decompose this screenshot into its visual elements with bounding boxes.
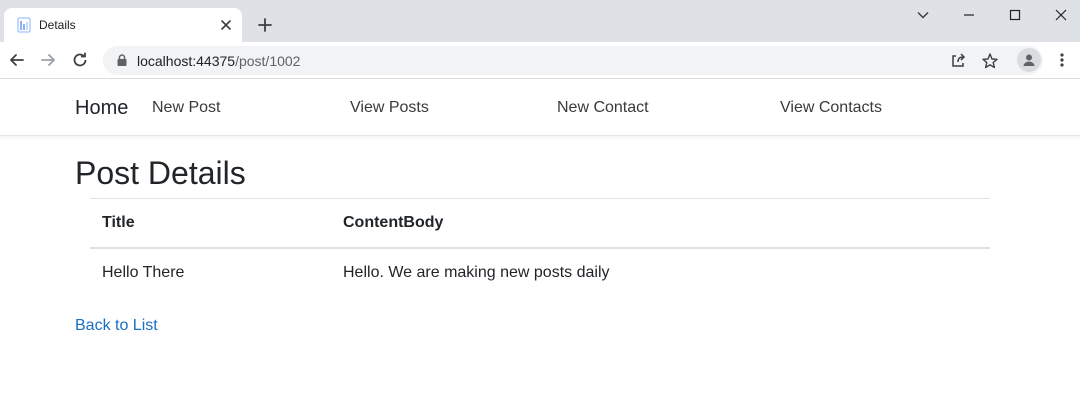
lock-icon[interactable] — [115, 53, 129, 67]
address-bar[interactable]: localhost:44375/post/1002 — [103, 46, 1043, 75]
url-host: localhost:44375 — [137, 53, 236, 69]
navbar-brand-home[interactable]: Home — [75, 97, 128, 119]
tab-search-icon[interactable] — [900, 0, 946, 30]
tab-title: Details — [39, 18, 76, 32]
forward-arrow-icon[interactable] — [38, 50, 58, 70]
url-path: /post/1002 — [235, 53, 301, 69]
table-header-row: Title ContentBody — [90, 198, 990, 249]
column-header-contentbody: ContentBody — [331, 198, 990, 249]
close-window-icon[interactable] — [1038, 0, 1080, 30]
page-favicon-icon — [17, 17, 31, 33]
site-navbar: Home New Post View Posts New Contact Vie… — [0, 80, 1080, 136]
new-tab-icon[interactable] — [256, 16, 274, 34]
back-to-list-link[interactable]: Back to List — [75, 317, 158, 335]
nav-link-view-contacts[interactable]: View Contacts — [780, 99, 882, 117]
profile-avatar-icon[interactable] — [1017, 48, 1041, 72]
back-arrow-icon[interactable] — [7, 50, 27, 70]
table-row: Hello There Hello. We are making new pos… — [90, 248, 990, 298]
reload-icon[interactable] — [70, 50, 90, 70]
url-text[interactable]: localhost:44375/post/1002 — [137, 53, 300, 69]
nav-link-view-posts[interactable]: View Posts — [350, 99, 429, 117]
browser-tabstrip: Details — [0, 0, 1080, 42]
share-icon[interactable] — [949, 52, 967, 70]
browser-tab[interactable]: Details — [4, 8, 242, 42]
close-tab-icon[interactable] — [218, 17, 234, 33]
column-header-title: Title — [90, 198, 331, 249]
minimize-icon[interactable] — [946, 0, 992, 30]
nav-link-new-contact[interactable]: New Contact — [557, 99, 649, 117]
page-title: Post Details — [75, 155, 246, 191]
browser-toolbar: localhost:44375/post/1002 — [0, 42, 1080, 79]
nav-link-new-post[interactable]: New Post — [152, 99, 220, 117]
browser-menu-icon[interactable] — [1052, 50, 1072, 70]
table-cell-contentbody: Hello. We are making new posts daily — [343, 264, 610, 281]
post-details-table: Title ContentBody Hello There Hello. We … — [90, 198, 990, 298]
maximize-icon[interactable] — [992, 0, 1038, 30]
table-cell-title: Hello There — [102, 264, 185, 281]
bookmark-star-icon[interactable] — [981, 52, 999, 70]
